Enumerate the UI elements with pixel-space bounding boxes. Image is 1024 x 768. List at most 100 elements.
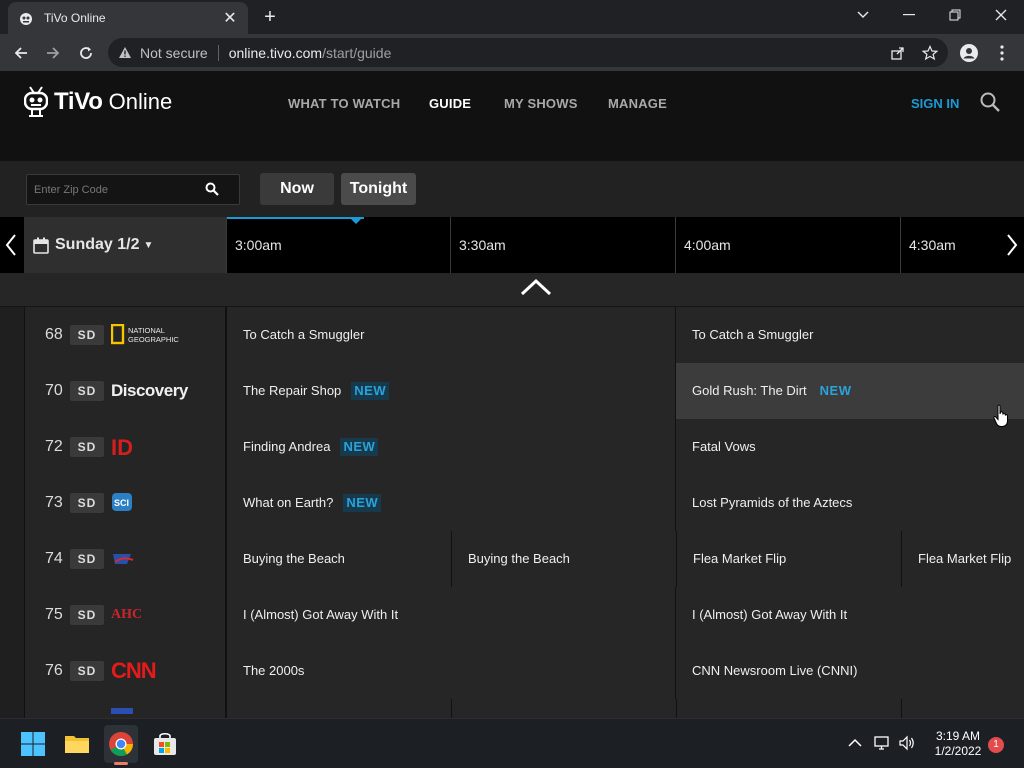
browser-menu-icon[interactable]	[989, 40, 1015, 66]
zip-code-input[interactable]	[27, 175, 197, 204]
channel-cell[interactable]: 75 SD AHC	[24, 587, 226, 643]
channel-row: 74 SD Buying the Beach Buying the Beach …	[0, 531, 1024, 587]
browser-tab[interactable]: TiVo Online ✕	[8, 2, 248, 34]
bookmark-star-icon[interactable]	[922, 45, 938, 61]
program-title: The 2000s	[243, 663, 305, 678]
channel-cell[interactable]: 72 SD ID	[24, 419, 226, 475]
nav-manage[interactable]: MANAGE	[608, 96, 667, 111]
chrome-icon[interactable]	[108, 731, 134, 757]
new-badge: NEW	[343, 494, 382, 512]
new-tab-button[interactable]: +	[258, 6, 282, 30]
channel-cell[interactable]: 68 SD NATIONAL GEOGRAPHIC	[24, 307, 226, 363]
quality-badge: SD	[70, 493, 104, 513]
channel-cell[interactable]	[24, 699, 226, 718]
channel-row: 70 SD Discovery The Repair Shop NEW Gold …	[0, 363, 1024, 419]
program-cell[interactable]	[226, 699, 451, 718]
program-cell[interactable]	[676, 699, 901, 718]
chevron-left-icon[interactable]	[4, 233, 18, 257]
nav-what-to-watch[interactable]: WHAT TO WATCH	[288, 96, 400, 111]
program-title: To Catch a Smuggler	[243, 327, 365, 342]
system-clock[interactable]: 3:19 AM 1/2/2022	[926, 729, 990, 759]
date-selector[interactable]: Sunday 1/2 ▼	[24, 217, 226, 273]
reload-button[interactable]	[73, 40, 99, 66]
network-icon[interactable]	[873, 734, 891, 752]
program-cell[interactable]: Lost Pyramids of the Aztecs	[675, 475, 1024, 531]
volume-icon[interactable]	[898, 734, 916, 752]
program-title: Buying the Beach	[468, 551, 570, 566]
nav-my-shows[interactable]: MY SHOWS	[504, 96, 578, 111]
scroll-up-row	[0, 273, 1024, 307]
sign-in-link[interactable]: SIGN IN	[911, 96, 959, 111]
program-cell[interactable]: To Catch a Smuggler	[226, 307, 675, 363]
tivo-favicon-icon	[20, 13, 32, 25]
destination-america-logo	[111, 545, 201, 573]
program-cell-hovered[interactable]: Gold Rush: The Dirt NEW	[675, 363, 1024, 419]
caret-down-icon: ▼	[143, 239, 154, 251]
sci-wordmark: SCI	[114, 498, 129, 508]
channel-cell[interactable]: 70 SD Discovery	[24, 363, 226, 419]
program-cell[interactable]	[451, 699, 676, 718]
channel-cell[interactable]: 76 SD CNN	[24, 643, 226, 699]
zip-search-icon[interactable]	[205, 182, 219, 196]
program-cell[interactable]: CNN Newsroom Live (CNNI)	[675, 643, 1024, 699]
quality-badge: SD	[70, 437, 104, 457]
tab-close-icon[interactable]: ✕	[222, 8, 238, 28]
program-title: CNN Newsroom Live (CNNI)	[692, 663, 858, 678]
forward-button[interactable]	[40, 40, 66, 66]
restore-button[interactable]	[932, 0, 978, 30]
program-cell[interactable]: What on Earth? NEW	[226, 475, 675, 531]
url-path: /start/guide	[322, 44, 392, 61]
program-cell[interactable]: Fatal Vows	[675, 419, 1024, 475]
guide-grid: 68 SD NATIONAL GEOGRAPHIC To Catch a Smu…	[0, 307, 1024, 718]
program-cell[interactable]: Flea Market Flip	[676, 531, 901, 587]
tivo-logo[interactable]: TiVo Online	[24, 85, 172, 119]
program-title: Flea Market Flip	[918, 551, 1012, 566]
program-cell[interactable]: Finding Andrea NEW	[226, 419, 675, 475]
back-button[interactable]	[8, 40, 34, 66]
channel-row-partial	[0, 699, 1024, 718]
site-search-icon[interactable]	[979, 91, 1001, 113]
now-button[interactable]: Now	[260, 173, 334, 205]
quality-badge: SD	[70, 661, 104, 681]
windows-taskbar: 3:19 AM 1/2/2022 1	[0, 718, 1024, 768]
notification-badge[interactable]: 1	[988, 737, 1004, 753]
minimize-button[interactable]	[886, 0, 932, 30]
program-cell[interactable]: I (Almost) Got Away With It	[675, 587, 1024, 643]
id-wordmark: ID	[111, 436, 133, 458]
program-cell[interactable]: Buying the Beach	[451, 531, 676, 587]
file-explorer-icon[interactable]	[64, 731, 90, 757]
program-cell[interactable]: Buying the Beach	[226, 531, 451, 587]
channel-cell[interactable]: 74 SD	[24, 531, 226, 587]
program-cell[interactable]: Flea Market Flip	[901, 531, 1024, 587]
close-window-button[interactable]	[978, 0, 1024, 30]
tonight-button[interactable]: Tonight	[341, 173, 416, 205]
address-bar[interactable]: Not secure online.tivo.com/start/guide	[108, 38, 948, 67]
program-cell[interactable]: The 2000s	[226, 643, 675, 699]
natgeo-logo: NATIONAL GEOGRAPHIC	[111, 321, 201, 349]
channel-cell[interactable]: 73 SD SCI	[24, 475, 226, 531]
time-slot: 3:00am	[226, 217, 450, 273]
quality-badge: SD	[70, 381, 104, 401]
share-icon[interactable]	[890, 45, 906, 61]
microsoft-store-icon[interactable]	[152, 731, 178, 757]
chevron-right-icon[interactable]	[1005, 233, 1019, 257]
program-cell[interactable]: The Repair Shop NEW	[226, 363, 675, 419]
program-cell[interactable]: I (Almost) Got Away With It	[226, 587, 675, 643]
nav-guide[interactable]: GUIDE	[429, 96, 471, 111]
new-badge: NEW	[351, 382, 390, 400]
windows-start-icon[interactable]	[20, 731, 46, 757]
chevron-up-icon[interactable]	[520, 278, 552, 298]
current-time-marker	[349, 217, 363, 224]
program-cell[interactable]	[901, 699, 1024, 718]
discovery-wordmark: Discovery	[111, 381, 188, 400]
tray-expand-icon[interactable]	[846, 734, 864, 752]
site-header: TiVo Online WHAT TO WATCH GUIDE MY SHOWS…	[0, 71, 1024, 161]
channel-row: 76 SD CNN The 2000s CNN Newsroom Live (C…	[0, 643, 1024, 699]
program-cell[interactable]: To Catch a Smuggler	[675, 307, 1024, 363]
cnn-wordmark: CNN	[111, 658, 157, 683]
profile-icon[interactable]	[956, 40, 982, 66]
tab-search-icon[interactable]	[840, 0, 886, 30]
channel-number: 70	[45, 382, 63, 399]
natgeo-wordmark-line2: GEOGRAPHIC	[128, 335, 179, 344]
browser-toolbar: Not secure online.tivo.com/start/guide	[0, 34, 1024, 71]
